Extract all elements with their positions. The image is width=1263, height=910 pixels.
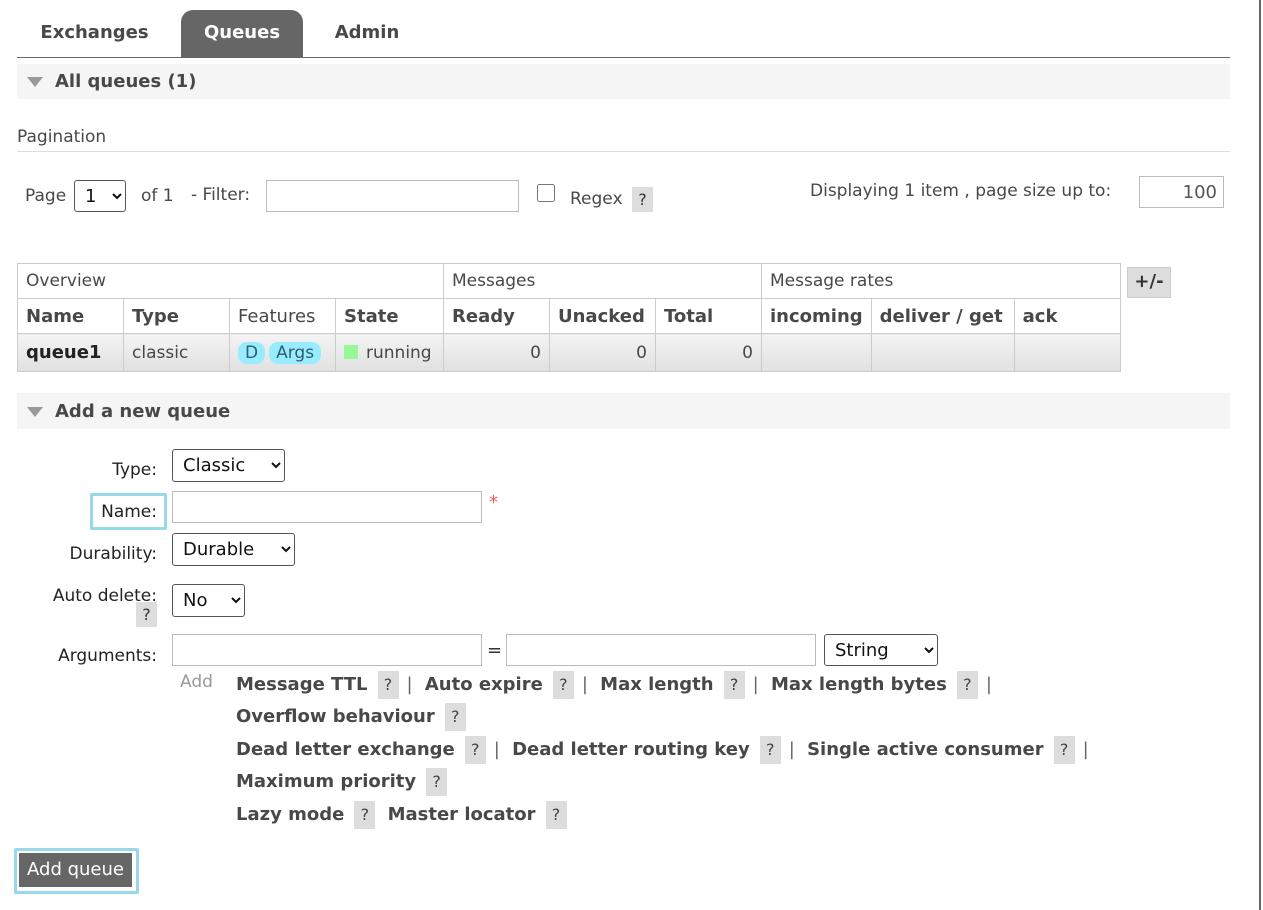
group-overview: Overview [17, 263, 444, 299]
help-icon[interactable]: ? [956, 671, 978, 699]
arg-links-row: Message TTL? | Auto expire? | Max length? |… [236, 670, 998, 700]
arg-link-overflow-behaviour[interactable]: Overflow behaviour [236, 706, 435, 727]
help-icon[interactable]: ? [444, 703, 466, 731]
queue-features: D Args [229, 333, 336, 372]
help-icon[interactable]: ? [552, 671, 574, 699]
col-total[interactable]: Total [655, 298, 762, 334]
arg-links-row: Maximum priority? [236, 767, 453, 797]
help-icon[interactable]: ? [464, 736, 486, 764]
all-queues-header[interactable]: All queues (1) [17, 64, 1230, 99]
add-queue-title: Add a new queue [55, 401, 231, 422]
columns-toggle-button[interactable]: +/- [1127, 267, 1171, 298]
durability-label: Durability: [69, 544, 157, 564]
col-incoming[interactable]: incoming [761, 298, 872, 334]
add-queue-header[interactable]: Add a new queue [17, 393, 1230, 429]
arg-link-max-length[interactable]: Max length [600, 674, 713, 695]
argument-equals: = [487, 640, 503, 661]
arg-link-lazy-mode[interactable]: Lazy mode [236, 804, 344, 825]
col-name[interactable]: Name [17, 298, 124, 334]
add-argument-link[interactable]: Add [180, 672, 213, 692]
type-label: Type: [112, 460, 157, 480]
feature-args-badge: Args [269, 341, 322, 364]
page-count-label: of 1 [141, 186, 174, 206]
group-message-rates: Message rates [761, 263, 1121, 299]
page-label: Page [25, 186, 67, 206]
queue-state: running [335, 333, 444, 372]
tab-exchanges[interactable]: Exchanges [17, 10, 172, 57]
help-icon[interactable]: ? [377, 671, 399, 699]
page-select[interactable]: 1 [74, 180, 126, 212]
arg-links-row: Dead letter exchange? | Dead letter routi… [236, 735, 1095, 765]
queues-table: Overview Messages Message rates Name Typ… [17, 263, 1121, 372]
displaying-text: Displaying 1 item , page size up to: [810, 181, 1112, 201]
table-row: queue1 classic D Args running 0 0 0 [17, 333, 1121, 372]
main-tabs: Exchanges Queues Admin [17, 0, 1230, 58]
queue-unacked: 0 [549, 333, 656, 372]
arg-links-row: Overflow behaviour? [236, 702, 472, 732]
queue-deliver-get [870, 333, 1015, 372]
arg-link-single-active-consumer[interactable]: Single active consumer [807, 739, 1044, 760]
auto-delete-help-icon[interactable]: ? [136, 602, 157, 627]
filter-input[interactable] [266, 180, 519, 212]
tab-admin[interactable]: Admin [312, 10, 422, 57]
state-running-icon [344, 344, 358, 359]
col-deliver-get[interactable]: deliver / get [870, 298, 1015, 334]
queue-incoming [761, 333, 872, 372]
queue-ack [1013, 333, 1121, 372]
col-unacked[interactable]: Unacked [549, 298, 656, 334]
regex-help-icon[interactable]: ? [632, 187, 653, 212]
arguments-label: Arguments: [58, 646, 157, 666]
collapse-triangle-icon [27, 407, 43, 417]
arg-link-auto-expire[interactable]: Auto expire [425, 674, 543, 695]
arg-link-max-length-bytes[interactable]: Max length bytes [771, 674, 947, 695]
queue-type-select[interactable]: Classic [172, 449, 285, 482]
argument-key-input[interactable] [172, 634, 482, 666]
help-icon[interactable]: ? [759, 736, 781, 764]
help-icon[interactable]: ? [545, 801, 567, 829]
regex-label: Regex [570, 189, 623, 209]
help-icon[interactable]: ? [426, 768, 448, 796]
col-type[interactable]: Type [123, 298, 230, 334]
queue-name-link[interactable]: queue1 [17, 333, 124, 372]
arg-link-message-ttl[interactable]: Message TTL [236, 674, 368, 695]
add-queue-button[interactable]: Add queue [19, 853, 132, 887]
name-label: Name: [101, 502, 157, 522]
pagination-heading: Pagination [17, 127, 1230, 152]
auto-delete-label: Auto delete: [52, 586, 157, 606]
window-edge [1259, 0, 1261, 910]
help-icon[interactable]: ? [1053, 736, 1075, 764]
arg-link-maximum-priority[interactable]: Maximum priority [236, 771, 416, 792]
help-icon[interactable]: ? [723, 671, 745, 699]
argument-type-select[interactable]: String [824, 634, 938, 666]
arg-link-dead-letter-routing-key[interactable]: Dead letter routing key [512, 739, 750, 760]
group-messages: Messages [443, 263, 762, 299]
regex-checkbox[interactable] [537, 184, 555, 202]
argument-value-input[interactable] [506, 634, 816, 666]
filter-label: - Filter: [191, 185, 251, 205]
col-ready[interactable]: Ready [443, 298, 550, 334]
col-features: Features [229, 298, 336, 334]
collapse-triangle-icon [27, 77, 43, 87]
queue-ready: 0 [443, 333, 550, 372]
queue-total: 0 [655, 333, 762, 372]
queue-type: classic [123, 333, 230, 372]
page-size-input[interactable] [1139, 176, 1224, 208]
help-icon[interactable]: ? [354, 801, 376, 829]
col-state[interactable]: State [335, 298, 444, 334]
col-ack[interactable]: ack [1013, 298, 1121, 334]
all-queues-title: All queues (1) [55, 71, 197, 92]
arg-links-row: Lazy mode? Master locator? [236, 800, 573, 830]
tab-queues[interactable]: Queues [181, 10, 303, 57]
state-text: running [366, 342, 432, 363]
auto-delete-select[interactable]: No [172, 584, 245, 617]
feature-durable-badge: D [238, 341, 266, 364]
arg-link-master-locator[interactable]: Master locator [388, 804, 536, 825]
durability-select[interactable]: Durable [172, 533, 295, 566]
arg-link-dead-letter-exchange[interactable]: Dead letter exchange [236, 739, 455, 760]
required-mark: * [489, 492, 498, 513]
queue-name-input[interactable] [172, 491, 482, 523]
